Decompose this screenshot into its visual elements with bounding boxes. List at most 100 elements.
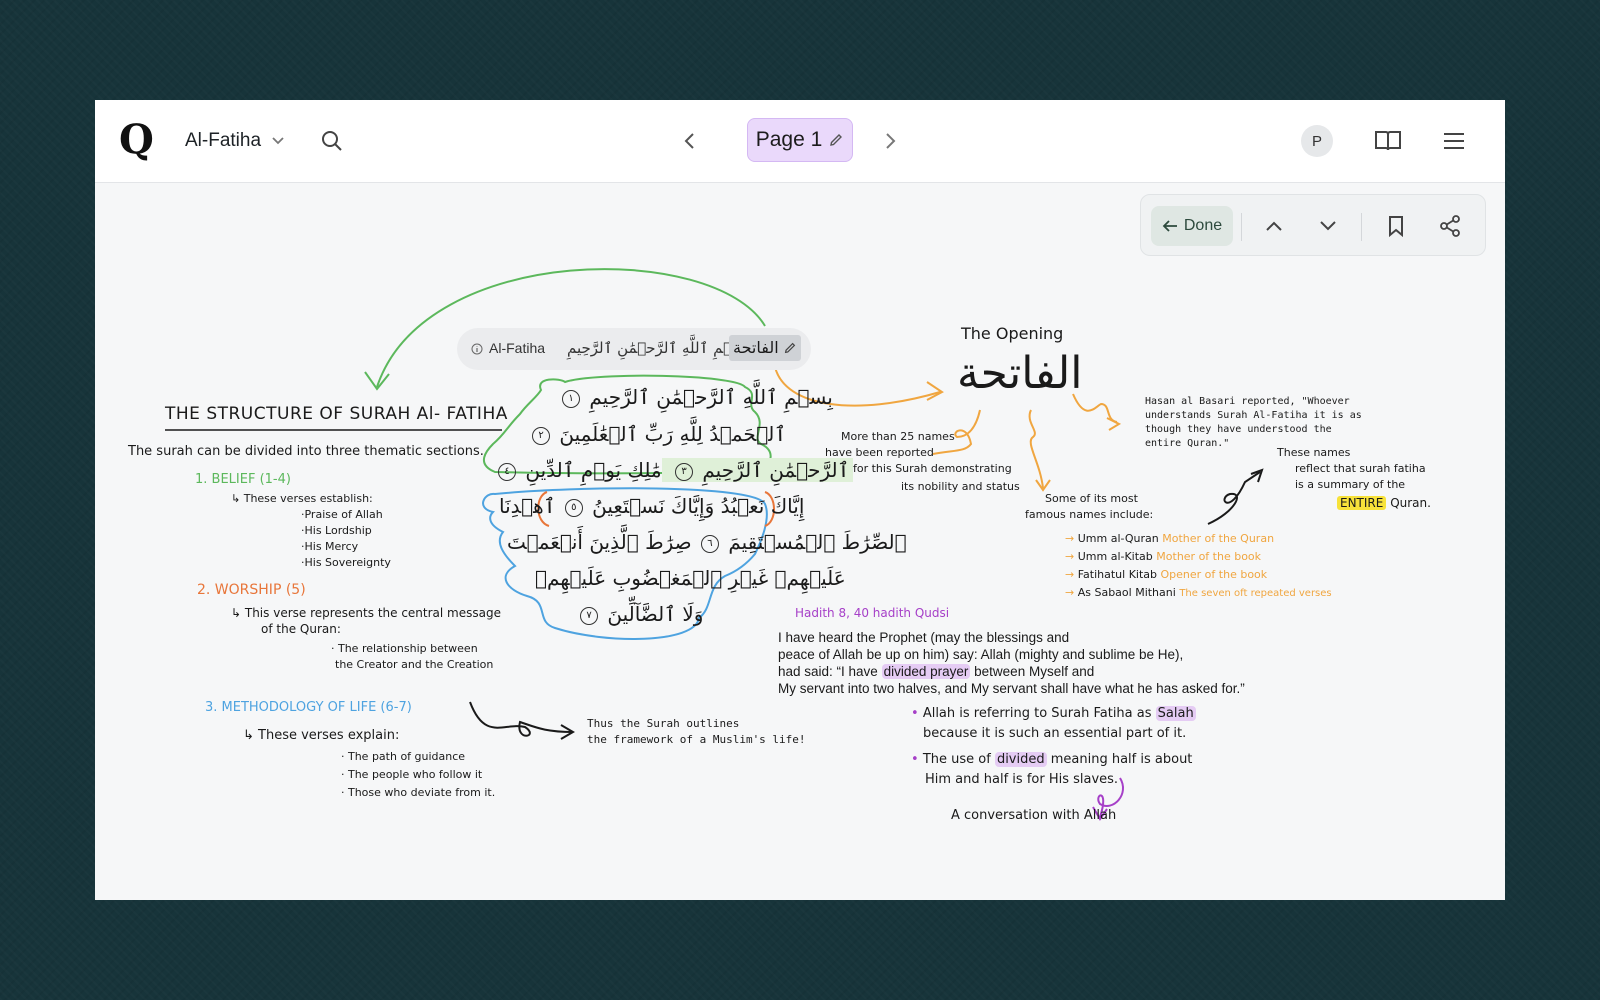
hadith-text: between Myself and xyxy=(974,664,1095,679)
verse-number: ١ xyxy=(562,389,580,408)
outline-note-1: Thus the Surah outlines xyxy=(587,717,740,730)
conversation-note: A conversation with Allah xyxy=(951,808,1117,823)
toolbar-divider xyxy=(1361,213,1362,241)
previous-page-button[interactable] xyxy=(675,126,705,156)
app-logo[interactable]: Q xyxy=(119,118,157,162)
section-2-desc-text: This verse represents the central messag… xyxy=(244,606,501,620)
verse-text: ٱلصِّرَٰطَ ٱلۡمُسۡتَقِيمَ xyxy=(728,530,907,554)
bookmark-icon xyxy=(1389,216,1403,237)
chevron-down-icon xyxy=(1320,221,1336,231)
share-icon xyxy=(1440,215,1460,237)
section-1-item: ·His Lordship xyxy=(301,524,372,537)
verse-text: وَلَا ٱلضَّآلِّينَ xyxy=(607,602,704,626)
verse-number: ٧ xyxy=(580,606,598,625)
names-note-2: have been reported xyxy=(825,446,934,459)
summary-2: reflect that surah fatiha xyxy=(1295,462,1426,475)
verse-number: ٦ xyxy=(700,534,719,553)
section-3-title: 3. METHODOLOGY OF LIFE (6-7) xyxy=(205,700,412,715)
verse-number: ٤ xyxy=(498,462,516,481)
search-button[interactable] xyxy=(317,126,347,156)
section-2-desc: ↳ This verse represents the central mess… xyxy=(231,606,501,620)
section-3-item: · Those who deviate from it. xyxy=(341,786,496,799)
names-note-3: for this Surah demonstrating xyxy=(853,462,1012,475)
reference-basmala: بِسۡمِ ٱللَّهِ ٱلرَّحۡمَٰنِ ٱلرَّحِيمِ xyxy=(567,339,750,357)
name-item: → Umm al-Quran Mother of the Quran xyxy=(1065,532,1274,545)
edit-toolbar: Done xyxy=(1140,194,1486,256)
opening-label: The Opening xyxy=(961,324,1064,343)
hadith-bullet-2-cont: Him and half is for His slaves. xyxy=(925,772,1119,787)
hadith-bullet-1: • Allah is referring to Surah Fatiha as … xyxy=(911,706,1196,721)
next-page-button[interactable] xyxy=(875,126,905,156)
famous-names-2: famous names include: xyxy=(1025,508,1154,521)
section-1-item: ·His Mercy xyxy=(301,540,359,553)
hadith-bullet-2: • The use of divided meaning half is abo… xyxy=(911,752,1192,767)
hadith-line-1: I have heard the Prophet (may the blessi… xyxy=(778,630,1070,645)
section-3-item: · The path of guidance xyxy=(341,750,466,763)
verse-3-4: ٱلرَّحۡمَٰنِ ٱلرَّحِيمِ ٣ مَٰلِكِ يَوۡمِ… xyxy=(495,458,854,482)
hasan-quote-2: understands Surah Al-Fatiha it is as xyxy=(1145,410,1362,421)
top-bar: Q Al-Fatiha Page 1 P xyxy=(95,100,1505,183)
section-1-title: 1. BELIEF (1-4) xyxy=(195,472,291,487)
section-1-item: ·Praise of Allah xyxy=(301,508,383,521)
toolbar-divider xyxy=(1241,213,1242,241)
summary-entire: ENTIRE xyxy=(1337,496,1387,510)
name-meaning: Mother of the book xyxy=(1156,550,1262,563)
move-up-button[interactable] xyxy=(1259,211,1289,241)
hadith-line-2: peace of Allah be up on him) say: Allah … xyxy=(778,647,1184,662)
verse-text: ٱلۡحَمۡدُ لِلَّهِ رَبِّ ٱلۡعَٰلَمِينَ xyxy=(559,422,787,446)
section-1-desc: ↳ These verses establish: xyxy=(231,492,373,505)
done-button[interactable]: Done xyxy=(1151,206,1233,246)
bullet-highlight: Salah xyxy=(1155,706,1196,721)
section-2-item: · The relationship between xyxy=(331,642,478,655)
name-meaning: Mother of the Quran xyxy=(1162,532,1275,545)
section-2-title: 2. WORSHIP (5) xyxy=(197,582,306,598)
pencil-icon xyxy=(784,342,796,354)
chevron-up-icon xyxy=(1266,221,1282,231)
bullet-dot: • xyxy=(911,706,919,721)
summary-3: is a summary of the xyxy=(1295,478,1406,491)
menu-button[interactable] xyxy=(1437,124,1471,158)
opening-arabic-title: الفاتحة xyxy=(957,348,1083,399)
done-label: Done xyxy=(1183,217,1223,234)
name-item: → Fatihatul Kitab Opener of the book xyxy=(1065,568,1267,581)
share-button[interactable] xyxy=(1435,211,1465,241)
arrow-left-icon xyxy=(1162,220,1177,232)
name-meaning: Opener of the book xyxy=(1160,568,1268,581)
app-window: Q Al-Fatiha Page 1 P Done Al-Fatiha بِسۡ… xyxy=(95,100,1505,900)
notes-canvas[interactable]: Done Al-Fatiha بِسۡمِ ٱللَّهِ ٱلرَّحۡمَٰ… xyxy=(95,182,1505,900)
page-title-button[interactable]: Page 1 xyxy=(747,118,853,162)
verse-number: ٥ xyxy=(564,498,583,517)
avatar[interactable]: P xyxy=(1301,125,1333,157)
name-item: → As Sabaol Mithani The seven oft repeat… xyxy=(1065,586,1332,599)
bullet-text: meaning half is about xyxy=(1050,752,1193,767)
hadith-bullet-1-cont: because it is such an essential part of … xyxy=(923,726,1187,741)
surah-name: Al-Fatiha xyxy=(185,130,262,151)
move-down-button[interactable] xyxy=(1313,211,1343,241)
hadith-line-4: My servant into two halves, and My serva… xyxy=(778,681,1245,696)
hadith-text: had said: “I have xyxy=(778,664,878,679)
verse-5-6: إِيَّاكَ نَعۡبُدُ وَإِيَّاكَ نَسۡتَعِينُ… xyxy=(499,494,804,518)
verse-number: ٢ xyxy=(532,426,550,445)
reference-title-tag[interactable]: الفاتحة xyxy=(729,335,801,361)
verse-text: ٱهۡدِنَا xyxy=(499,494,556,518)
surah-selector[interactable]: Al-Fatiha xyxy=(185,126,285,156)
name-text: Fatihatul Kitab xyxy=(1077,568,1158,581)
pencil-icon xyxy=(830,134,843,146)
section-1-item: ·His Sovereignty xyxy=(301,556,391,569)
section-1-desc-text: These verses establish: xyxy=(243,492,373,505)
bookmark-button[interactable] xyxy=(1381,211,1411,241)
hamburger-menu-icon xyxy=(1444,133,1464,149)
section-2-desc-cont: of the Quran: xyxy=(261,622,341,636)
info-icon xyxy=(471,343,483,355)
open-book-icon xyxy=(1375,131,1401,151)
verse-reference-pill[interactable]: Al-Fatiha بِسۡمِ ٱللَّهِ ٱلرَّحۡمَٰنِ ٱل… xyxy=(457,328,811,370)
structure-intro: The surah can be divided into three them… xyxy=(128,444,484,459)
verse-text: صِرَٰطَ ٱلَّذِينَ أَنۡعَمۡتَ xyxy=(507,530,692,554)
bullet-highlight: divided xyxy=(994,752,1047,767)
arrow-right-icon: → xyxy=(1065,550,1075,563)
verse-7-end: وَلَا ٱلضَّآلِّينَ ٧ xyxy=(577,602,703,626)
reader-button[interactable] xyxy=(1371,124,1405,158)
verse-text: ٱلرَّحۡمَٰنِ ٱلرَّحِيمِ xyxy=(702,458,850,482)
verse-3-highlight: ٱلرَّحۡمَٰنِ ٱلرَّحِيمِ ٣ xyxy=(661,458,854,482)
hasan-quote-4: entire Quran." xyxy=(1145,438,1230,449)
